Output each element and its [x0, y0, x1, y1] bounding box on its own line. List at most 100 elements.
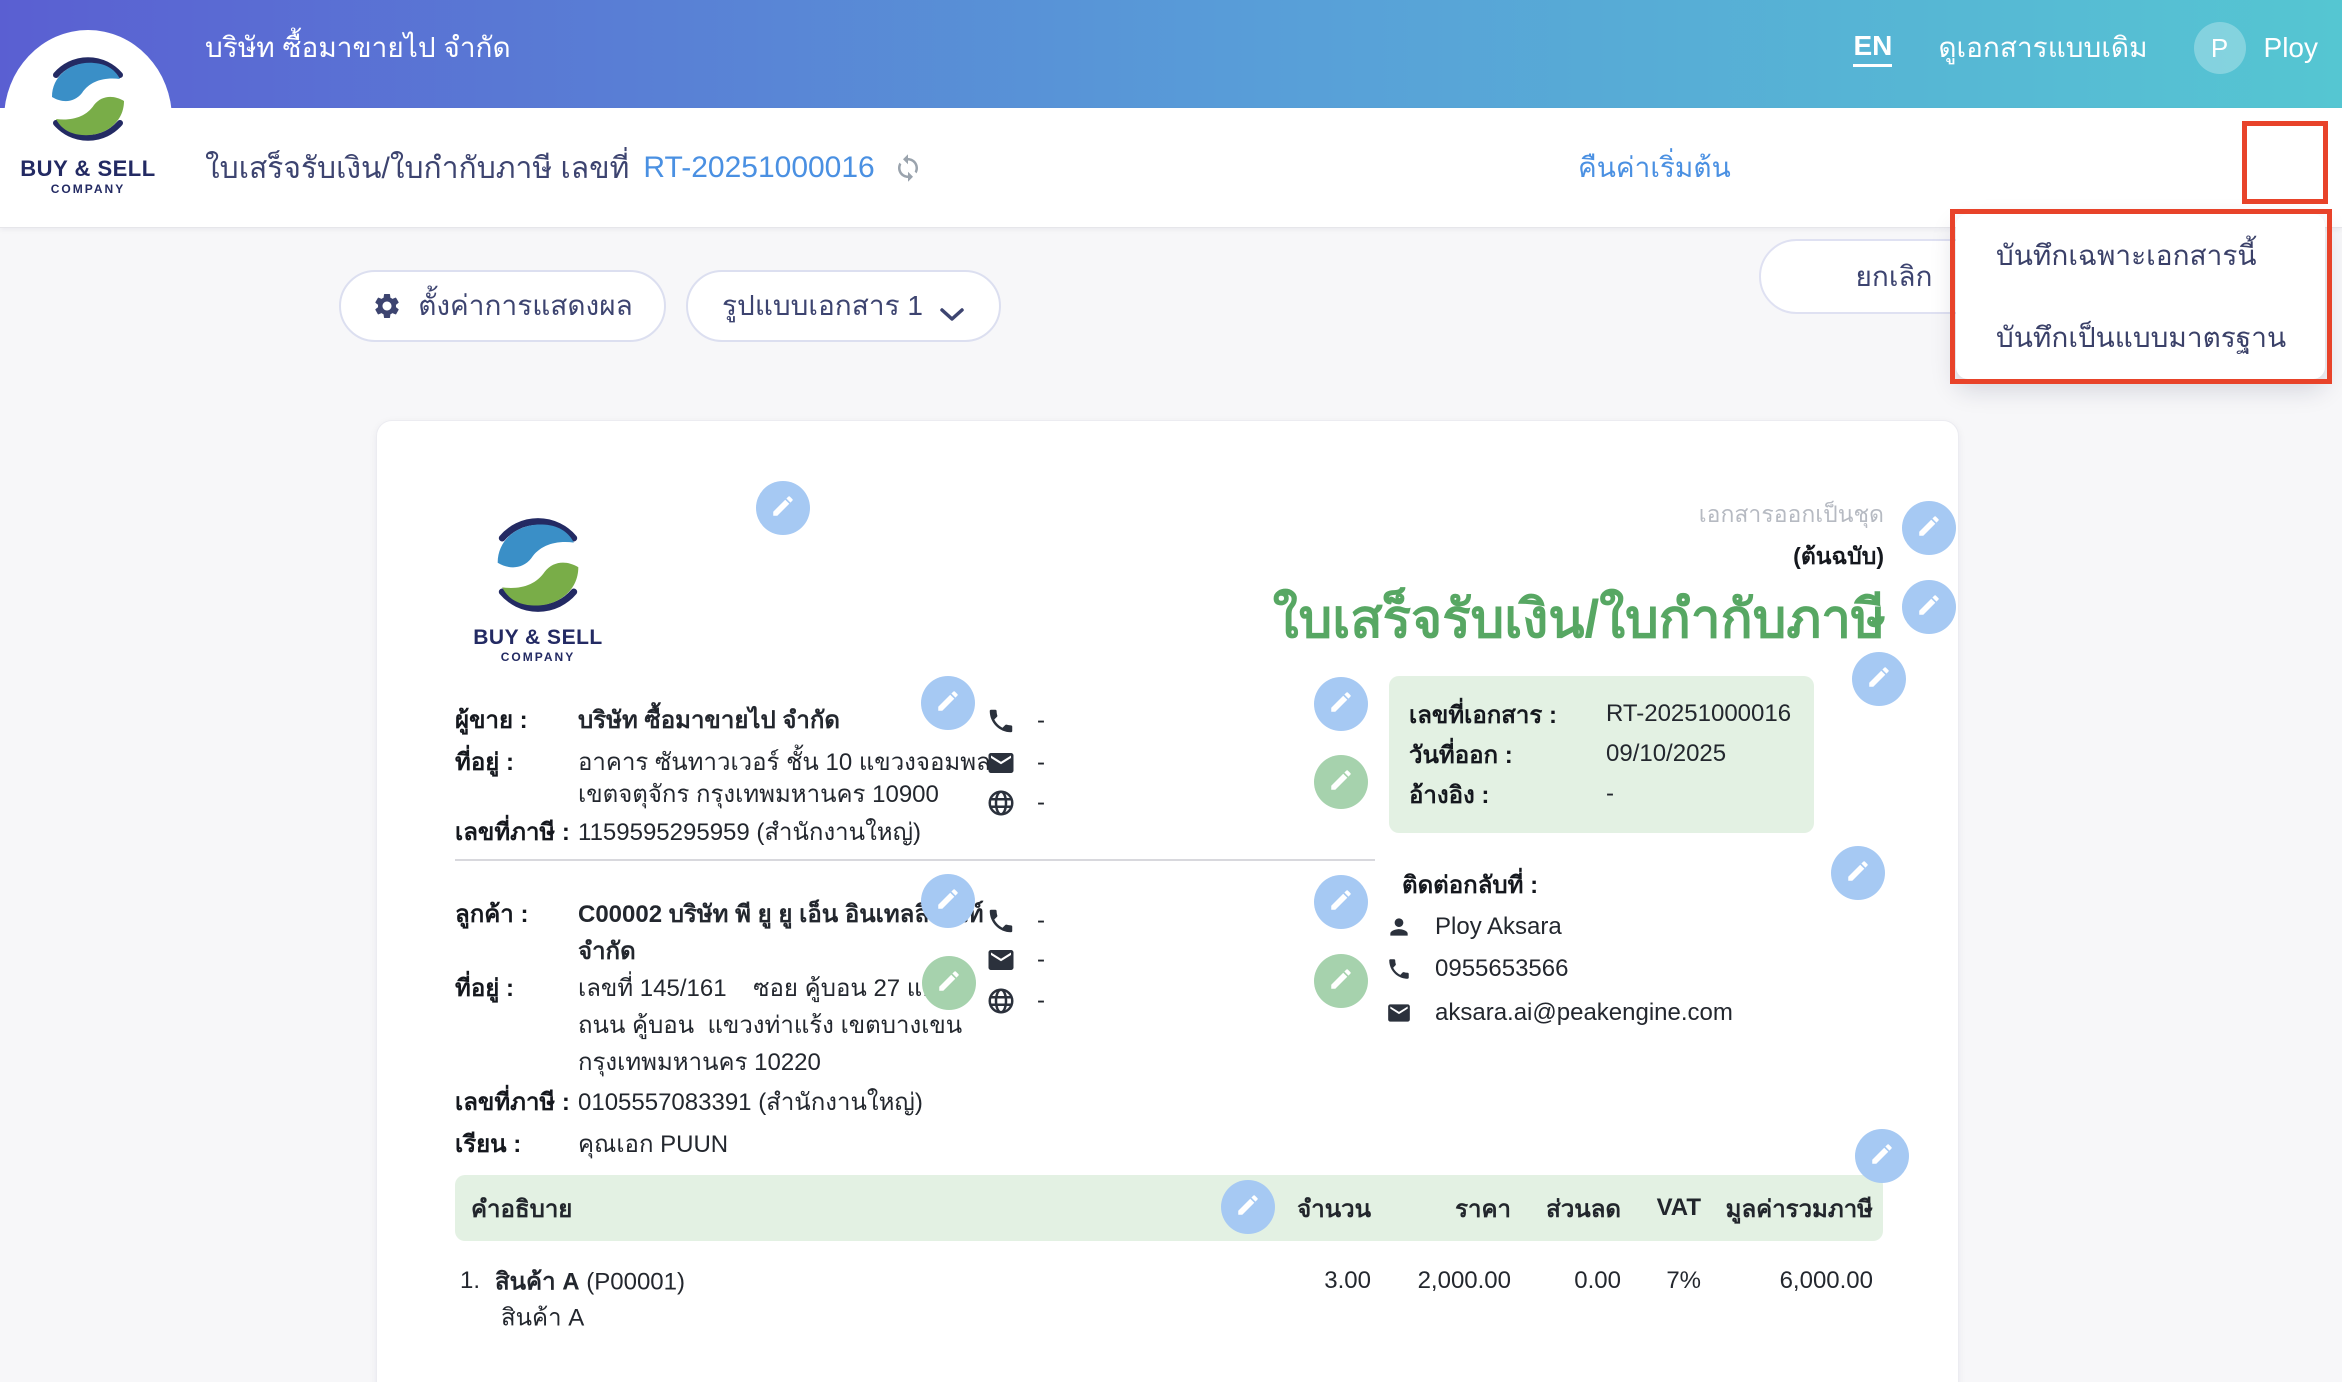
pencil-icon — [936, 968, 962, 999]
doc-format-button[interactable]: รูปแบบเอกสาร 1 — [686, 270, 1001, 342]
item-name: สินค้า A — [495, 1268, 580, 1296]
pencil-icon — [935, 688, 961, 719]
item-amount: 6,000.00 — [1779, 1267, 1873, 1294]
customer-tax-label: เลขที่ภาษี : — [455, 1089, 570, 1116]
edit-customer-button[interactable] — [921, 874, 975, 928]
edit-description-column-button[interactable] — [1221, 1180, 1275, 1234]
save-menu: บันทึกเฉพาะเอกสารนี้ บันทึกเป็นแบบมาตรฐา… — [1956, 214, 2325, 379]
pencil-icon — [1916, 592, 1942, 623]
company-name: บริษัท ซื้อมาขายไป จำกัด — [205, 32, 511, 63]
row-item: สินค้า A (P00001) — [495, 1262, 685, 1301]
customer-label: ลูกค้า : — [455, 901, 529, 928]
screen: บริษัท ซื้อมาขายไป จำกัด EN ดูเอกสารแบบเ… — [0, 0, 2342, 1382]
row-index: 1. — [460, 1267, 481, 1294]
customer-website-value: - — [1037, 987, 1045, 1014]
customer-address-label: ที่อยู่ : — [455, 975, 514, 1002]
item-vat: 7% — [1666, 1267, 1701, 1294]
col-qty: จำนวน — [1297, 1195, 1371, 1223]
edit-seller-button[interactable] — [921, 676, 975, 730]
customer-address-line1: เลขที่ 145/161 ซอย คู้บอน 27 แยก 7 — [578, 975, 971, 1002]
document-logo: BUY & SELL COMPANY — [473, 509, 603, 664]
edit-doc-title-button[interactable] — [1902, 580, 1956, 634]
doc-format-label: รูปแบบเอกสาร 1 — [722, 290, 923, 321]
display-settings-button[interactable]: ตั้งค่าการแสดงผล — [339, 270, 666, 342]
app-header: บริษัท ซื้อมาขายไป จำกัด EN ดูเอกสารแบบเ… — [0, 0, 2342, 108]
doc-info-box: เลขที่เอกสาร : RT-20251000016 วันที่ออก … — [1389, 676, 1814, 833]
pencil-icon — [935, 886, 961, 917]
customer-email-value: - — [1037, 946, 1045, 973]
person-icon — [1386, 914, 1412, 940]
pencil-icon — [1916, 513, 1942, 544]
email-icon — [1386, 1000, 1412, 1026]
pencil-icon — [770, 493, 796, 524]
globe-icon — [986, 986, 1016, 1016]
edit-customer-address-button[interactable] — [922, 956, 976, 1010]
col-vat: VAT — [1656, 1194, 1701, 1221]
buysell-logo-icon — [36, 49, 140, 154]
phone-icon — [986, 706, 1016, 736]
edit-table-button[interactable] — [1855, 1129, 1909, 1183]
customer-name-line2: จำกัด — [578, 938, 636, 965]
doc-ref-label: อ้างอิง : — [1409, 781, 1490, 809]
seller-website-value: - — [1037, 789, 1045, 816]
doc-number-label: เลขที่เอกสาร : — [1409, 701, 1557, 729]
header-right: EN ดูเอกสารแบบเดิม P Ploy — [1853, 0, 2318, 96]
menu-item-save-as-standard[interactable]: บันทึกเป็นแบบมาตรฐาน — [1956, 297, 2325, 379]
customer-phone-value: - — [1037, 907, 1045, 934]
document-card: BUY & SELL COMPANY เอกสารออกเป็นชุด (ต้น… — [376, 420, 1959, 1382]
edit-logo-button[interactable] — [756, 481, 810, 535]
page-title: ใบเสร็จรับเงิน/ใบกำกับภาษี เลขที่ RT-202… — [205, 108, 923, 228]
pencil-icon — [1866, 664, 1892, 695]
seller-name: บริษัท ซื้อมาขายไป จำกัด — [578, 707, 841, 734]
menu-item-save-this-doc[interactable]: บันทึกเฉพาะเอกสารนี้ — [1956, 215, 2325, 297]
brand-name: BUY & SELL — [20, 155, 156, 181]
edit-callback-contact-button[interactable] — [1831, 846, 1885, 900]
customer-attn-label: เรียน : — [455, 1131, 522, 1158]
user-avatar[interactable]: P — [2193, 22, 2246, 74]
doc-date-row: วันที่ออก : 09/10/2025 — [1409, 734, 1814, 774]
user-name: Ploy — [2263, 32, 2318, 63]
edit-customer-contact-button[interactable] — [1314, 875, 1368, 929]
lang-toggle-en[interactable]: EN — [1853, 30, 1893, 67]
pencil-icon — [1328, 887, 1354, 918]
doc-date-label: วันที่ออก : — [1409, 741, 1513, 769]
view-original-link[interactable]: ดูเอกสารแบบเดิม — [1938, 26, 2147, 70]
edit-seller-contact-button[interactable] — [1314, 677, 1368, 731]
user-chip[interactable]: P Ploy — [2193, 22, 2318, 74]
edit-doc-info-button[interactable] — [1852, 652, 1906, 706]
brand-logo-badge: BUY & SELL COMPANY — [4, 30, 172, 208]
col-price: ราคา — [1455, 1195, 1511, 1223]
callback-contact-title: ติดต่อกลับที่ : — [1402, 872, 1539, 899]
item-qty: 3.00 — [1324, 1267, 1371, 1294]
brand-subname: COMPANY — [500, 650, 576, 664]
item-description: สินค้า A — [501, 1304, 585, 1332]
globe-icon — [986, 788, 1016, 818]
doc-ref-value: - — [1606, 780, 1614, 807]
display-settings-label: ตั้งค่าการแสดงผล — [418, 290, 633, 321]
seller-tax-label: เลขที่ภาษี : — [455, 819, 570, 846]
col-amount: มูลค่ารวมภาษี — [1725, 1195, 1873, 1223]
customer-tax-id: 0105557083391 (สำนักงานใหญ่) — [578, 1089, 923, 1116]
contact-phone: 0955653566 — [1435, 955, 1569, 982]
seller-phone-value: - — [1037, 707, 1045, 734]
section-divider — [455, 859, 1375, 861]
pencil-icon — [1235, 1192, 1261, 1223]
pencil-icon — [1869, 1141, 1895, 1172]
doc-ref-row: อ้างอิง : - — [1409, 774, 1814, 814]
edit-customer-extra-button[interactable] — [1314, 954, 1368, 1008]
brand-name: BUY & SELL — [473, 626, 603, 649]
brand-subname: COMPANY — [50, 181, 126, 196]
customer-address-line3: กรุงเทพมหานคร 10220 — [578, 1049, 821, 1076]
refresh-icon[interactable] — [893, 153, 923, 183]
edit-seller-extra-button[interactable] — [1314, 755, 1368, 809]
edit-doc-badge-button[interactable] — [1902, 501, 1956, 555]
reset-defaults-link[interactable]: คืนค่าเริ่มต้น — [1578, 108, 1731, 228]
doc-number: RT-20251000016 — [643, 151, 875, 184]
buysell-logo-icon — [480, 518, 596, 625]
seller-address-label: ที่อยู่ : — [455, 749, 514, 776]
pencil-icon — [1328, 966, 1354, 997]
seller-address-line2: เขตจตุจักร กรุงเทพมหานคร 10900 — [578, 781, 939, 808]
seller-address-line1: อาคาร ซันทาวเวอร์ ชั้น 10 แขวงจอมพล — [578, 749, 991, 776]
badge-document-set: เอกสารออกเป็นชุด — [1698, 501, 1884, 527]
contact-person: Ploy Aksara — [1435, 913, 1562, 940]
